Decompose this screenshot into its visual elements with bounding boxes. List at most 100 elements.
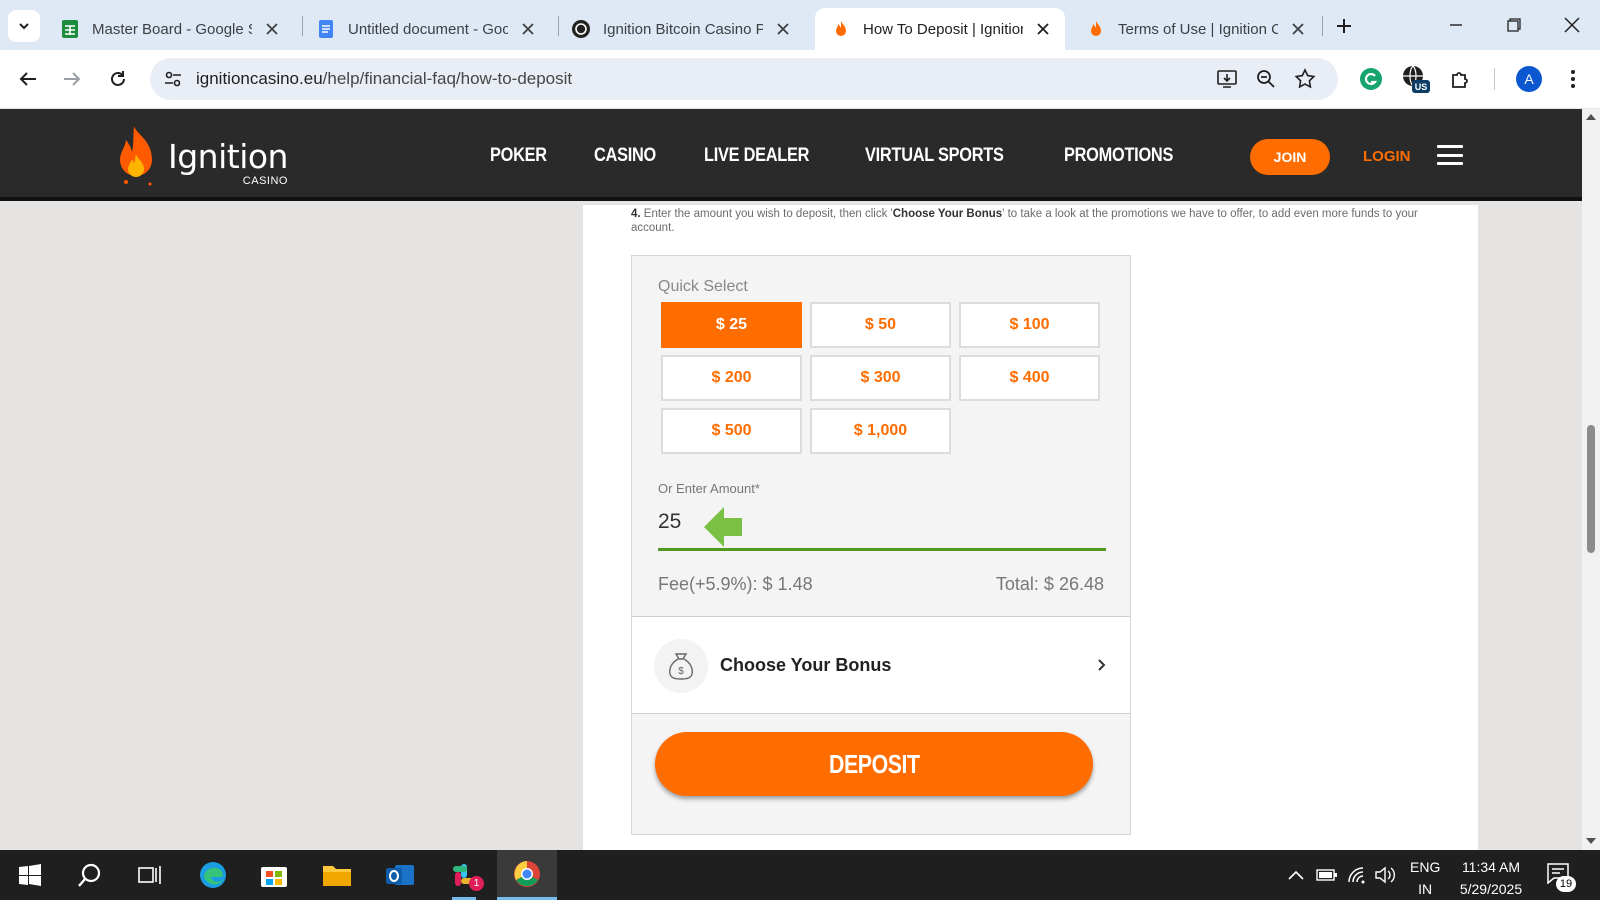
amount-50-button[interactable]: $ 50	[810, 302, 951, 348]
nav-virtual-sports[interactable]: VIRTUAL SPORTS	[865, 145, 1004, 167]
language-indicator[interactable]: ENG IN	[1410, 856, 1440, 900]
reload-button[interactable]	[100, 61, 136, 97]
chrome-app[interactable]	[497, 850, 557, 900]
money-bag-icon: $	[654, 639, 708, 693]
choose-bonus-row[interactable]: $ Choose Your Bonus	[632, 616, 1130, 714]
total-text: Total: $ 26.48	[995, 574, 1104, 594]
search-button[interactable]	[60, 850, 120, 900]
forward-button[interactable]	[54, 61, 90, 97]
address-bar[interactable]: ignitioncasino.eu/help/financial-faq/how…	[150, 58, 1338, 100]
close-window-button[interactable]	[1552, 10, 1592, 40]
deposit-button[interactable]: DEPOSIT	[655, 732, 1093, 796]
back-button[interactable]	[10, 61, 46, 97]
docs-icon	[319, 20, 333, 38]
vpn-extension-icon[interactable]: US	[1400, 64, 1430, 94]
file-explorer-app[interactable]	[307, 850, 367, 900]
hamburger-menu-icon[interactable]	[1437, 145, 1463, 165]
main-nav: POKER CASINO LIVE DEALER VIRTUAL SPORTS …	[490, 145, 1229, 167]
page-scrollbar[interactable]	[1582, 109, 1600, 850]
slack-app[interactable]: 1	[434, 850, 494, 900]
slack-badge: 1	[469, 876, 484, 891]
pointer-arrow-icon	[704, 507, 742, 547]
amount-500-button[interactable]: $ 500	[661, 408, 802, 454]
step-4-instructions: 4. Enter the amount you wish to deposit,…	[631, 208, 1418, 234]
clock-date: 5/29/2025	[1459, 881, 1523, 897]
browser-tab-strip: Master Board - Google Sheets Untitled do…	[0, 0, 1600, 50]
amount-25-button[interactable]: $ 25	[661, 302, 802, 348]
wifi-icon[interactable]	[1346, 864, 1368, 886]
close-icon[interactable]	[773, 19, 793, 39]
site-info-icon[interactable]	[160, 66, 186, 92]
volume-icon[interactable]	[1374, 864, 1396, 886]
amount-1000-button[interactable]: $ 1,000	[810, 408, 951, 454]
edge-icon	[200, 862, 226, 888]
store-icon	[261, 867, 287, 887]
close-icon[interactable]	[262, 19, 282, 39]
folder-icon	[323, 866, 351, 886]
tab-ignition-promotions[interactable]: Ignition Bitcoin Casino Promotions	[555, 8, 805, 50]
close-icon	[1564, 17, 1580, 33]
tab-terms-of-use[interactable]: Terms of Use | Ignition Casino	[1070, 8, 1320, 50]
scroll-up-icon[interactable]	[1586, 113, 1596, 121]
close-icon[interactable]	[1288, 19, 1308, 39]
install-app-icon[interactable]	[1214, 66, 1240, 92]
ignition-logo[interactable]: Ignition CASINO	[116, 121, 288, 191]
toolbar-divider	[1494, 68, 1495, 90]
clock[interactable]: 11:34 AM 5/29/2025	[1450, 856, 1532, 900]
nav-casino[interactable]: CASINO	[594, 145, 656, 167]
amount-200-button[interactable]: $ 200	[661, 355, 802, 401]
amount-400-button[interactable]: $ 400	[959, 355, 1100, 401]
tab-how-to-deposit[interactable]: How To Deposit | Ignition Casino	[815, 8, 1065, 50]
profile-avatar[interactable]: A	[1516, 66, 1542, 92]
arrow-left-icon	[19, 72, 36, 86]
ignition-icon	[836, 21, 846, 36]
close-icon[interactable]	[518, 19, 538, 39]
task-view-icon	[138, 866, 161, 884]
nav-poker[interactable]: POKER	[490, 145, 547, 167]
show-hidden-icons-chevron-icon[interactable]	[1285, 864, 1307, 886]
extensions-puzzle-icon[interactable]	[1446, 64, 1476, 94]
join-button[interactable]: JOIN	[1250, 139, 1330, 175]
scrollbar-thumb[interactable]	[1587, 425, 1595, 553]
flame-logo-icon	[120, 126, 152, 186]
login-link[interactable]: LOGIN	[1363, 148, 1411, 165]
amount-input[interactable]: 25	[658, 510, 681, 534]
chevron-right-icon	[1098, 659, 1106, 671]
store-app[interactable]	[244, 850, 304, 900]
tab-title: Untitled document - Google Docs	[348, 20, 508, 38]
close-icon[interactable]	[1033, 19, 1053, 39]
battery-icon[interactable]	[1316, 864, 1338, 886]
bookmark-star-icon[interactable]	[1292, 66, 1318, 92]
outlook-app[interactable]	[370, 850, 430, 900]
start-button[interactable]	[0, 850, 60, 900]
more-menu-icon[interactable]	[1558, 64, 1588, 94]
minimize-button[interactable]	[1436, 10, 1476, 40]
nav-live-dealer[interactable]: LIVE DEALER	[704, 145, 809, 167]
new-tab-button[interactable]	[1330, 12, 1358, 40]
tab-title: How To Deposit | Ignition Casino	[863, 20, 1023, 38]
browser-toolbar: ignitioncasino.eu/help/financial-faq/how…	[0, 50, 1600, 108]
tab-master-board[interactable]: Master Board - Google Sheets	[44, 8, 294, 50]
scroll-down-icon[interactable]	[1586, 837, 1596, 845]
grammarly-icon[interactable]	[1356, 64, 1386, 94]
amount-300-button[interactable]: $ 300	[810, 355, 951, 401]
nav-promotions[interactable]: PROMOTIONS	[1064, 145, 1173, 167]
choose-bonus-label: Choose Your Bonus	[720, 655, 892, 675]
deposit-screenshot-panel: Quick Select $ 25 $ 50 $ 100 $ 200 $ 300…	[631, 255, 1131, 835]
restore-button[interactable]	[1494, 10, 1534, 40]
restore-icon	[1507, 18, 1521, 32]
tab-untitled-document[interactable]: Untitled document - Google Docs	[300, 8, 550, 50]
minimize-icon	[1450, 24, 1462, 26]
zoom-icon[interactable]	[1253, 66, 1279, 92]
task-view-button[interactable]	[120, 850, 180, 900]
fee-text: Fee(+5.9%): $ 1.48	[658, 574, 813, 594]
deposit-label: DEPOSIT	[828, 748, 920, 779]
help-article: 4. Enter the amount you wish to deposit,…	[583, 205, 1478, 850]
tab-title: Ignition Bitcoin Casino Promotions	[603, 20, 763, 38]
amount-input-underline	[658, 548, 1106, 551]
outlook-icon	[386, 865, 414, 885]
tab-search-button[interactable]	[8, 10, 40, 42]
search-icon	[78, 863, 101, 887]
amount-100-button[interactable]: $ 100	[959, 302, 1100, 348]
edge-app[interactable]	[183, 850, 243, 900]
